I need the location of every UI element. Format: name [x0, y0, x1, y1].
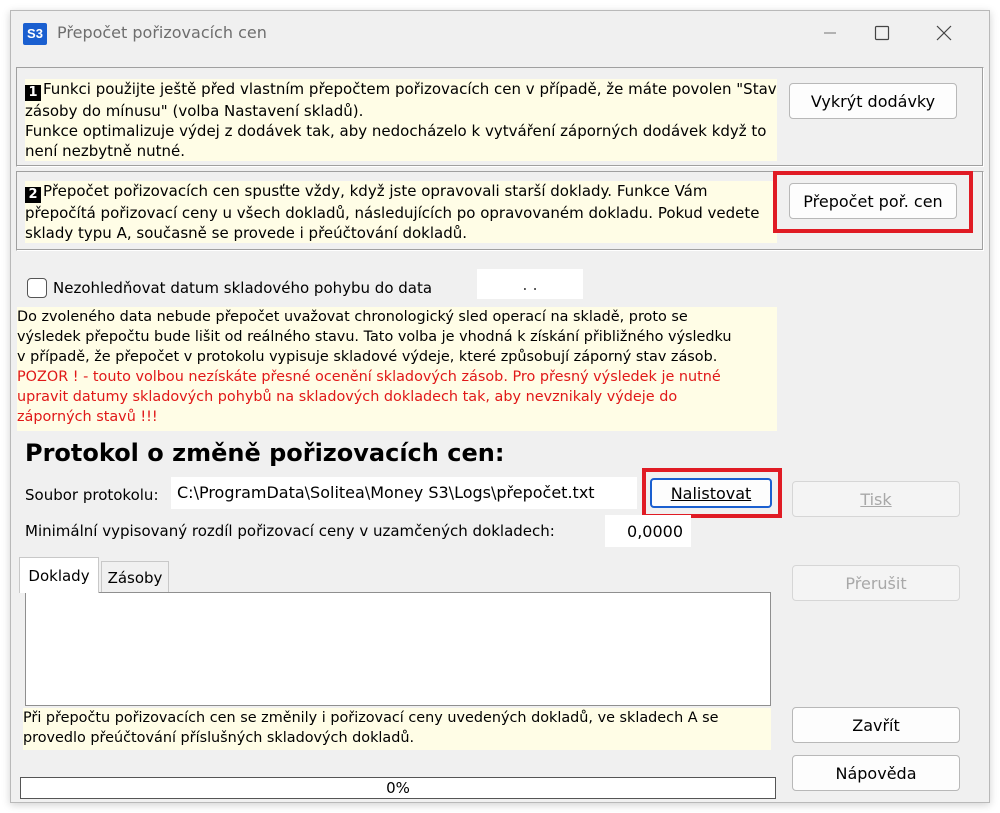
- file-label: Soubor protokolu:: [25, 486, 159, 504]
- section2-text-line1: Přepočet pořizovacích cen spusťte vždy, …: [43, 182, 708, 200]
- tab-zasoby[interactable]: Zásoby: [101, 561, 169, 593]
- progress-bar: 0%: [20, 777, 776, 799]
- section1-info: 1 Funkci použijte ještě před vlastním pře…: [25, 79, 777, 161]
- maximize-icon: [874, 25, 890, 41]
- note-line2: výsledek přepočtu bude lišit od reálného…: [17, 329, 732, 345]
- prepocet-por-cen-button[interactable]: Přepočet poř. cen: [789, 183, 957, 219]
- close-window-button[interactable]: [921, 17, 967, 49]
- warning-line1: POZOR ! - touto volbou nezískáte přesné …: [17, 369, 721, 385]
- doklady-list[interactable]: [25, 592, 771, 706]
- progress-text: 0%: [386, 779, 410, 797]
- prerusit-button[interactable]: Přerušit: [792, 565, 960, 601]
- section1-number: 1: [25, 85, 41, 101]
- note-line1: Do zvoleného data nebude přepočet uvažov…: [17, 309, 688, 325]
- app-icon: S3: [23, 23, 47, 45]
- minimize-icon: [824, 32, 836, 34]
- protocol-heading: Protokol o změně pořizovacích cen:: [25, 439, 505, 467]
- zavrit-button[interactable]: Zavřít: [792, 707, 960, 743]
- nalistovat-button[interactable]: Nalistovat: [650, 478, 772, 508]
- footer-note-line1: Při přepočtu pořizovacích cen se změnily…: [23, 710, 719, 726]
- section1-text-line3: Funkce optimalizuje výdej z dodávek tak,…: [25, 122, 767, 140]
- minimize-button[interactable]: [807, 17, 853, 49]
- nezohlednovat-checkbox[interactable]: [27, 278, 47, 298]
- footer-note: Při přepočtu pořizovacích cen se změnily…: [23, 708, 771, 750]
- nezohlednovat-label[interactable]: Nezohledňovat datum skladového pohybu do…: [53, 279, 432, 297]
- warning-line2: upravit datumy skladových pohybů na skla…: [17, 389, 678, 405]
- min-diff-label: Minimální vypisovaný rozdíl pořizovací c…: [25, 522, 555, 540]
- vykryt-dodavky-button[interactable]: Vykrýt dodávky: [789, 83, 957, 119]
- dialog-window: S3 Přepočet pořizovacích cen 1 Funkci pou…: [10, 10, 990, 803]
- napoveda-button[interactable]: Nápověda: [792, 755, 960, 791]
- title-bar: S3 Přepočet pořizovacích cen: [11, 11, 989, 55]
- min-diff-input[interactable]: 0,0000: [605, 515, 691, 547]
- section2-info: 2 Přepočet pořizovacích cen spusťte vždy,…: [25, 181, 777, 243]
- protocol-file-input[interactable]: C:\ProgramData\Solitea\Money S3\Logs\pře…: [171, 477, 637, 509]
- footer-note-line2: provedlo přeúčtování příslušných skladov…: [23, 730, 415, 746]
- section1-text-line4: není nezbytně nutné.: [25, 142, 185, 160]
- tisk-button[interactable]: Tisk: [792, 481, 960, 517]
- section2-text-line2: přepočítá pořizovací ceny u všech doklad…: [25, 204, 760, 222]
- note-line3: v případě, že přepočet v protokolu vypis…: [17, 349, 718, 365]
- maximize-button[interactable]: [859, 17, 905, 49]
- section2-number: 2: [25, 187, 41, 203]
- window-title: Přepočet pořizovacích cen: [57, 23, 267, 42]
- section1-text-line2: zásoby do mínusu" (volba Nastavení sklad…: [25, 102, 364, 120]
- date-field[interactable]: . .: [477, 269, 583, 299]
- tab-doklady[interactable]: Doklady: [19, 557, 99, 593]
- section2-text-line3: sklady typu A, současně se provede i pře…: [25, 224, 467, 242]
- options-note: Do zvoleného data nebude přepočet uvažov…: [17, 307, 777, 431]
- close-icon: [936, 25, 952, 41]
- section1-text-line1: Funkci použijte ještě před vlastním přep…: [43, 80, 777, 98]
- warning-line3: záporných stavů !!!: [17, 409, 158, 425]
